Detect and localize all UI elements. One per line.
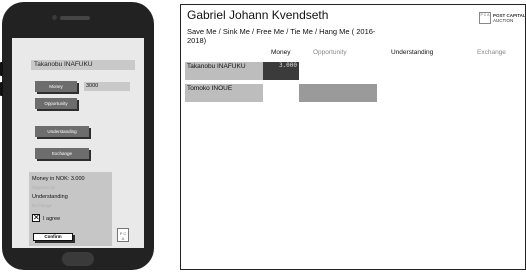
money-amount-input[interactable]: 3000 [84,82,130,91]
volume-down-button [0,82,3,96]
summary-money: Money in NOK: 3.000 [32,176,85,182]
exchange-button[interactable]: Exchange [35,148,89,159]
logo-text-line2: AUCTION [493,18,514,23]
phone-screen: Takanobu INAFUKU Money 3000 Opportunity … [12,38,144,248]
post-capital-auction-logo: P C A POST CAPITAL AUCTION [479,12,526,26]
opportunity-cell-row-2 [299,84,377,102]
opportunity-button[interactable]: Opportunity [35,98,77,109]
money-cell-row-1: 3.000 [263,62,299,80]
page-title: Gabriel Johann Kvendseth [187,8,329,22]
understanding-button[interactable]: Understanding [35,126,89,137]
summary-understanding: Understanding [32,194,68,200]
desktop-page: Gabriel Johann Kvendseth Save Me / Sink … [180,4,526,270]
name-field[interactable]: Takanobu INAFUKU [31,60,135,70]
pca-logo-box: P C A [479,12,491,24]
column-header-understanding: Understanding [391,49,434,56]
column-header-opportunity: Opportunity [313,49,347,56]
agree-checkbox[interactable]: ✕ [32,214,40,222]
pca-logo: P C A [117,228,129,242]
front-camera [52,15,57,20]
confirm-button[interactable]: Confirm [33,233,73,241]
column-header-exchange: Exchange [477,49,506,56]
row-name-2: Tomoko INOUE [185,84,263,102]
column-header-money: Money [271,49,291,56]
summary-exchange: Exchange [32,203,53,208]
speaker-grille [60,16,90,20]
money-button[interactable]: Money [35,81,77,92]
page-subtitle: Save Me / Sink Me / Free Me / Tie Me / H… [187,27,376,45]
logo-text: POST CAPITAL AUCTION [493,13,526,23]
volume-up-button [0,62,3,76]
phone-mockup: Takanobu INAFUKU Money 3000 Opportunity … [0,2,154,270]
agree-label: I agree [43,216,61,222]
row-name-1: Takanobu INAFUKU [185,62,263,80]
home-button[interactable] [62,252,94,266]
summary-opportunity: Opportunity [32,185,56,190]
